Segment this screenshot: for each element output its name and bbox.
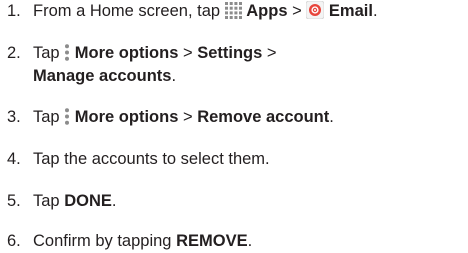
step-text: From a Home screen, tap: [33, 2, 221, 20]
step-end: .: [329, 108, 334, 126]
step-end: .: [372, 2, 378, 20]
step-text: Tap: [33, 108, 60, 126]
separator: >: [262, 44, 277, 62]
step-end: .: [171, 67, 177, 85]
manage-accounts-label: Manage accounts: [33, 67, 172, 85]
step-text: Confirm by tapping: [33, 232, 177, 250]
step-text: Tap: [33, 44, 60, 62]
more-options-label: More options: [74, 44, 179, 62]
step-4: 4. Tap the accounts to select them.: [7, 148, 270, 171]
email-label: Email: [328, 2, 373, 20]
separator: >: [178, 108, 198, 126]
apps-label: Apps: [246, 2, 288, 20]
instruction-steps: 1. From a Home screen, tap Apps > Email. …: [0, 0, 468, 253]
step-end: .: [247, 232, 253, 250]
more-options-icon: [64, 44, 70, 61]
settings-label: Settings: [197, 44, 263, 62]
more-options-label: More options: [74, 108, 179, 126]
step-number: 4.: [7, 150, 21, 168]
separator: >: [178, 44, 198, 62]
step-number: 5.: [7, 192, 21, 210]
step-end: .: [111, 192, 117, 210]
more-options-icon: [64, 108, 70, 125]
step-number: 6.: [7, 232, 21, 250]
step-text: Tap the accounts to select them.: [33, 150, 270, 168]
step-6: 6. Confirm by tapping REMOVE.: [7, 230, 252, 253]
step-5: 5. Tap DONE.: [7, 190, 116, 213]
step-2: 2. Tap More options > Settings > Manage a…: [7, 42, 277, 88]
apps-grid-icon: [224, 2, 242, 19]
step-text: Tap: [33, 192, 65, 210]
step-number: 3.: [7, 108, 21, 126]
done-label: DONE: [64, 192, 112, 210]
step-number: 2.: [7, 44, 21, 62]
remove-account-label: Remove account: [197, 108, 330, 126]
step-3: 3. Tap More options > Remove account.: [7, 106, 334, 129]
step-number: 1.: [7, 2, 21, 20]
step-2-continued: Manage accounts.: [7, 65, 277, 88]
separator: >: [287, 2, 307, 20]
email-app-icon: [306, 1, 325, 19]
step-1: 1. From a Home screen, tap Apps > Email.: [7, 0, 378, 23]
remove-label: REMOVE: [176, 232, 248, 250]
